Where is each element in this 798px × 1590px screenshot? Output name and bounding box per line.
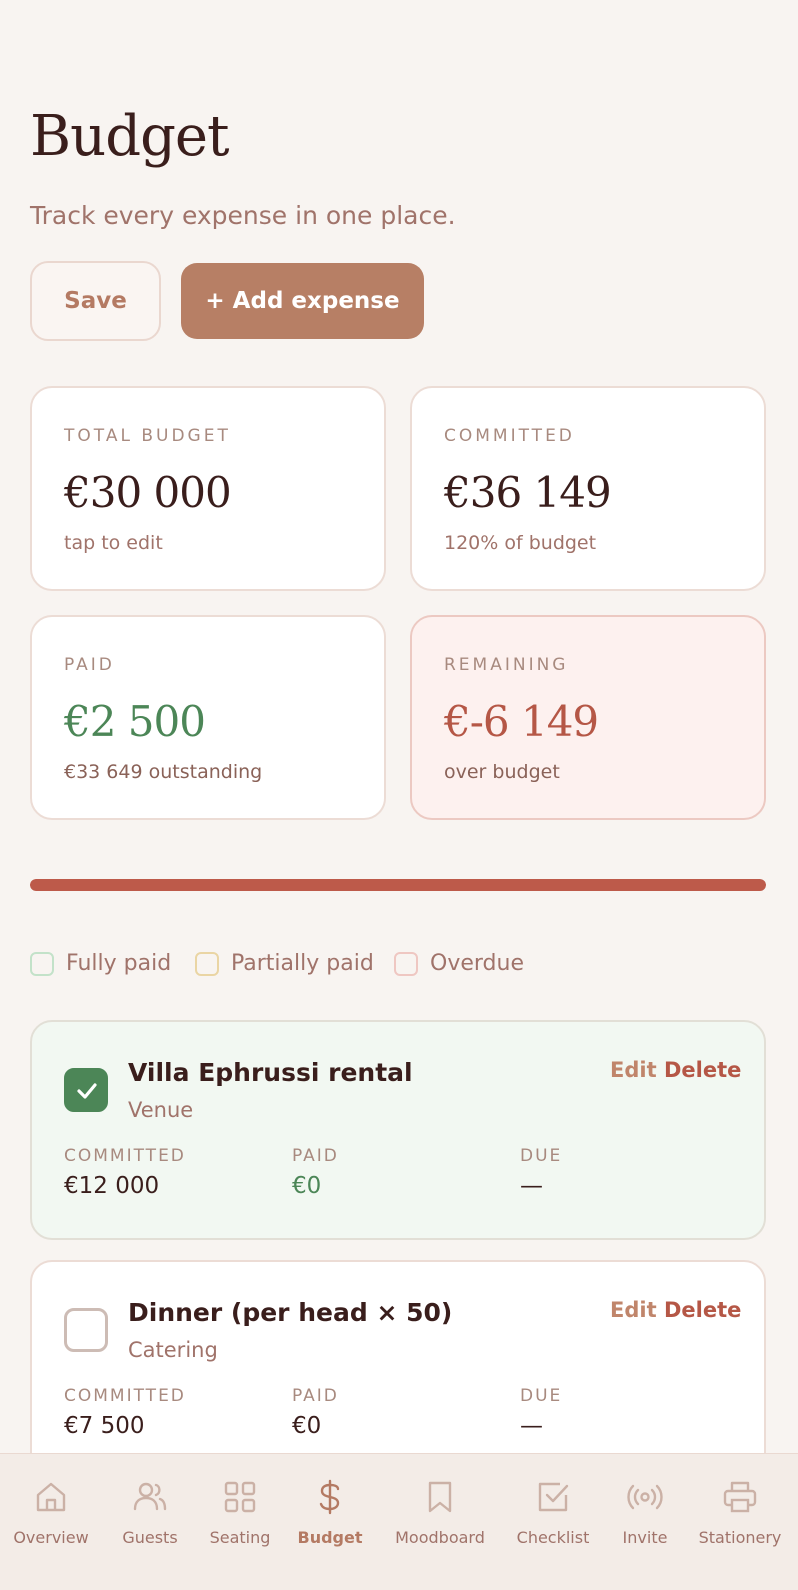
legend-overdue: Overdue (394, 951, 524, 976)
remaining-note: over budget (444, 761, 560, 783)
checkbox-icon (538, 1482, 569, 1512)
nav-label: Budget (297, 1528, 363, 1547)
paid-col-label: PAID (292, 1386, 339, 1406)
broadcast-icon (627, 1484, 663, 1510)
bottom-nav: Overview Guests Seating Budget Moodboard… (0, 1453, 798, 1590)
expense-name: Dinner (per head × 50) (128, 1298, 453, 1327)
users-icon (133, 1482, 167, 1511)
paid-col-label: PAID (292, 1146, 339, 1166)
paid-value: €2 500 (64, 697, 206, 746)
delete-button[interactable]: Delete (664, 1298, 741, 1322)
budget-screen: Budget Track every expense in one place.… (0, 0, 798, 1590)
edit-button[interactable]: Edit (610, 1298, 657, 1322)
committed-card: COMMITTED €36 149 120% of budget (410, 386, 766, 591)
nav-item-guests[interactable]: Guests (110, 1454, 190, 1590)
remaining-label: REMAINING (444, 655, 569, 675)
remaining-card: REMAINING €-6 149 over budget (410, 615, 766, 820)
dollar-icon (319, 1479, 340, 1515)
nav-label: Moodboard (395, 1528, 485, 1547)
legend-label: Fully paid (66, 951, 172, 976)
remaining-value: €-6 149 (444, 697, 599, 746)
expense-name: Villa Ephrussi rental (128, 1058, 413, 1087)
expense-category: Catering (128, 1338, 218, 1362)
delete-button[interactable]: Delete (664, 1058, 741, 1082)
total-budget-note: tap to edit (64, 532, 163, 554)
expense-card: Villa Ephrussi rental Venue Edit Delete … (30, 1020, 766, 1240)
committed-label: COMMITTED (444, 426, 575, 446)
checkmark-icon (77, 1083, 97, 1099)
nav-item-budget[interactable]: Budget (290, 1454, 370, 1590)
legend-swatch-overdue (394, 951, 418, 976)
paid-card: PAID €2 500 €33 649 outstanding (30, 615, 386, 820)
legend-label: Partially paid (231, 951, 374, 976)
legend-fully-paid: Fully paid (30, 951, 171, 976)
nav-label: Invite (622, 1528, 668, 1547)
page-subtitle: Track every expense in one place. (30, 201, 456, 230)
due-date: — (520, 1173, 543, 1199)
expense-checkbox[interactable] (64, 1308, 108, 1352)
nav-label: Overview (13, 1528, 89, 1547)
edit-button[interactable]: Edit (610, 1058, 657, 1082)
nav-label: Seating (209, 1528, 271, 1547)
save-button[interactable]: Save (30, 261, 161, 341)
expense-card: Dinner (per head × 50) Catering Edit Del… (30, 1260, 766, 1480)
page-title: Budget (30, 104, 230, 169)
budget-progress-fill (30, 879, 766, 891)
nav-label: Checklist (516, 1528, 590, 1547)
expense-checkbox[interactable] (64, 1068, 108, 1112)
committed-value: €36 149 (444, 468, 612, 517)
bookmark-icon (428, 1481, 452, 1513)
due-col-label: DUE (520, 1386, 563, 1406)
nav-item-stationery[interactable]: Stationery (690, 1454, 790, 1590)
nav-label: Stationery (698, 1528, 782, 1547)
nav-label: Guests (122, 1528, 178, 1547)
committed-note: 120% of budget (444, 532, 597, 554)
legend-swatch-fully-paid (30, 951, 54, 976)
grid-icon (224, 1481, 256, 1513)
paid-note: €33 649 outstanding (64, 761, 263, 783)
legend-partially-paid: Partially paid (195, 951, 374, 976)
legend-label: Overdue (430, 951, 524, 976)
paid-amount: €0 (292, 1413, 322, 1439)
legend-swatch-partially-paid (195, 951, 219, 976)
total-budget-label: TOTAL BUDGET (64, 426, 231, 446)
nav-item-invite[interactable]: Invite (605, 1454, 685, 1590)
committed-col-label: COMMITTED (64, 1386, 186, 1406)
committed-amount: €7 500 (64, 1413, 145, 1439)
paid-label: PAID (64, 655, 115, 675)
home-icon (36, 1482, 66, 1512)
due-date: — (520, 1413, 543, 1439)
committed-amount: €12 000 (64, 1173, 160, 1199)
paid-amount: €0 (292, 1173, 322, 1199)
printer-icon (723, 1481, 757, 1513)
due-col-label: DUE (520, 1146, 563, 1166)
nav-item-overview[interactable]: Overview (6, 1454, 96, 1590)
nav-item-moodboard[interactable]: Moodboard (385, 1454, 495, 1590)
total-budget-card[interactable]: TOTAL BUDGET €30 000 tap to edit (30, 386, 386, 591)
committed-col-label: COMMITTED (64, 1146, 186, 1166)
nav-item-seating[interactable]: Seating (200, 1454, 280, 1590)
budget-progress-bar (30, 879, 766, 891)
expense-category: Venue (128, 1098, 194, 1122)
total-budget-value: €30 000 (64, 468, 232, 517)
add-expense-button[interactable]: + Add expense (181, 263, 424, 339)
nav-item-checklist[interactable]: Checklist (508, 1454, 598, 1590)
